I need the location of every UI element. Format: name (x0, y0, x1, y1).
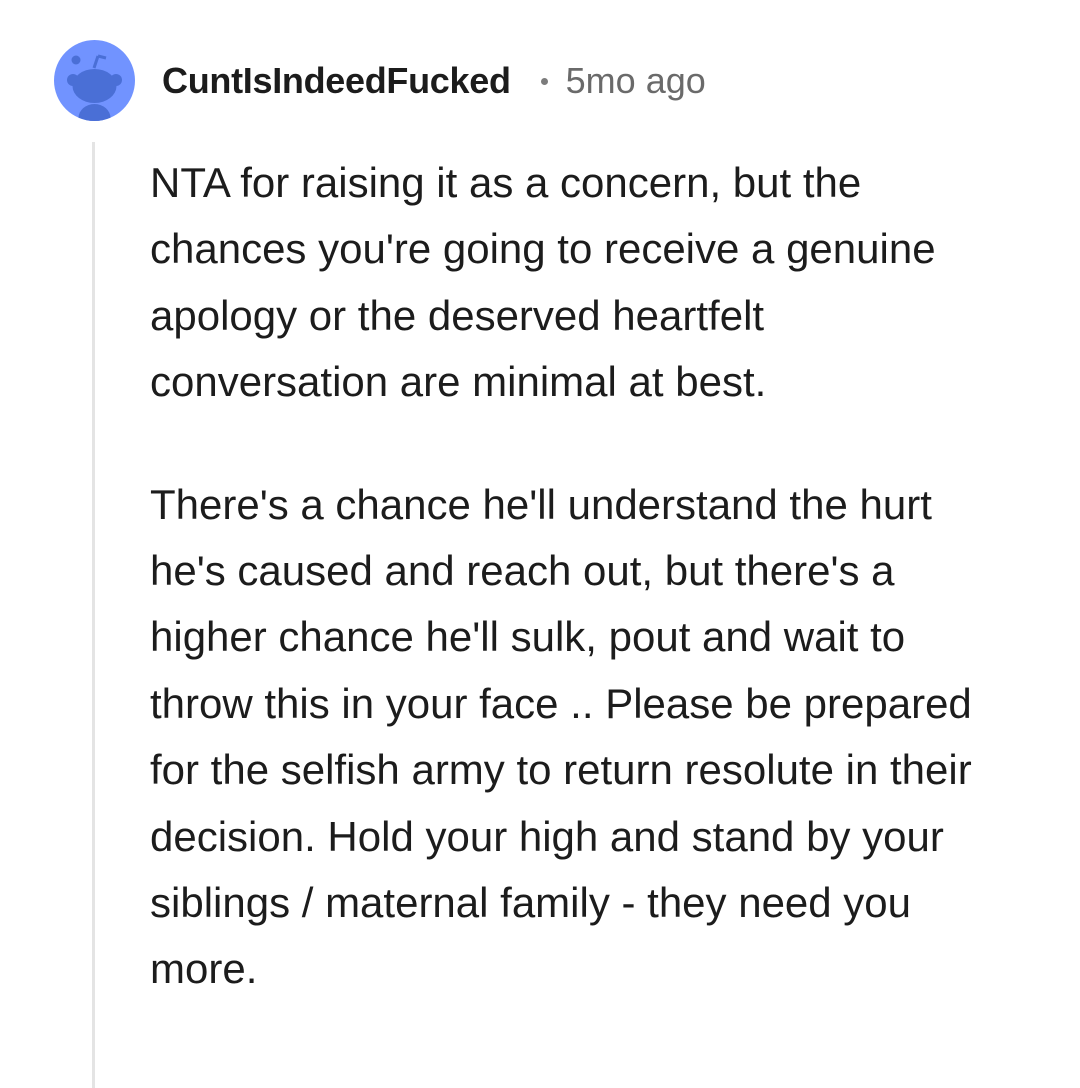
reddit-snoo-icon (67, 54, 122, 121)
timestamp[interactable]: 5mo ago (566, 60, 706, 102)
comment-header: CuntIsIndeedFucked 5mo ago (162, 56, 706, 106)
username[interactable]: CuntIsIndeedFucked (162, 60, 511, 102)
comment-paragraph: NTA for raising it as a concern, but the… (150, 159, 936, 406)
avatar[interactable] (54, 40, 135, 121)
comment-body: NTA for raising it as a concern, but the… (150, 150, 1010, 1003)
thread-line[interactable] (92, 142, 95, 1088)
comment: CuntIsIndeedFucked 5mo ago NTA for raisi… (0, 0, 1080, 1088)
comment-paragraph: There's a chance he'll understand the hu… (150, 480, 972, 993)
separator-dot (540, 77, 548, 85)
